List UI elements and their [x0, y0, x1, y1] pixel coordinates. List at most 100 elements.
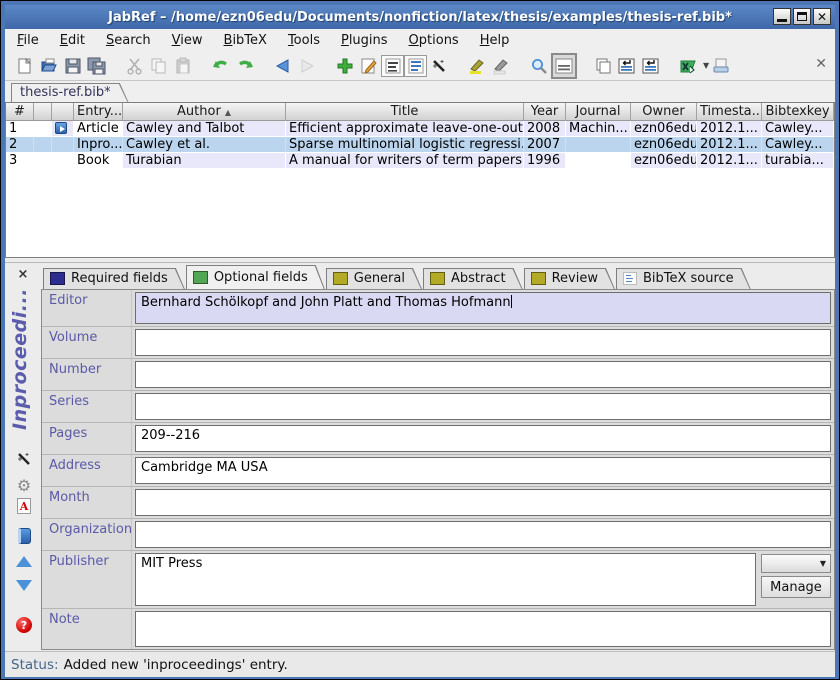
- menu-item-tools[interactable]: Tools: [288, 33, 320, 48]
- column-header-author[interactable]: Author▲: [123, 103, 286, 120]
- cell-1[interactable]: [34, 137, 52, 152]
- menu-item-help[interactable]: Help: [480, 33, 510, 48]
- back-icon[interactable]: [271, 54, 295, 78]
- cell-year[interactable]: 2008: [524, 121, 566, 136]
- column-header-owner[interactable]: Owner: [631, 103, 697, 120]
- column-header-bibtexkey[interactable]: Bibtexkey: [762, 103, 834, 120]
- cell-journal[interactable]: Machin...: [566, 121, 631, 136]
- edit-strings-icon[interactable]: [404, 55, 427, 77]
- table-row[interactable]: 2 Inpro...Cawley et al.Sparse multinomial…: [6, 137, 834, 153]
- column-header-title[interactable]: Title: [286, 103, 524, 120]
- tab-required-fields[interactable]: Required fields: [43, 268, 185, 289]
- down-arrow-icon[interactable]: [14, 575, 34, 595]
- copy-icon[interactable]: [147, 54, 171, 78]
- cell-author[interactable]: Cawley and Talbot: [123, 121, 286, 136]
- toggle-preview-icon[interactable]: [551, 53, 577, 79]
- edit-entry-icon[interactable]: [357, 54, 381, 78]
- tab-general[interactable]: General: [326, 268, 422, 289]
- tab-review[interactable]: Review: [524, 268, 615, 289]
- save-database-icon[interactable]: [61, 54, 85, 78]
- cell-2[interactable]: [52, 153, 74, 168]
- cell-2[interactable]: [52, 137, 74, 152]
- push-latex-icon[interactable]: [677, 54, 701, 78]
- close-button[interactable]: ✕: [813, 8, 831, 25]
- column-header-#[interactable]: #: [6, 103, 34, 120]
- cell-title[interactable]: Efficient approximate leave-one-out...: [286, 121, 524, 136]
- field-input-month[interactable]: [135, 489, 831, 516]
- cell-1[interactable]: [34, 121, 52, 136]
- file-attachment-icon[interactable]: [55, 122, 67, 134]
- new-entry-icon[interactable]: [333, 54, 357, 78]
- column-header-entry[interactable]: Entry...: [74, 103, 123, 120]
- cell-bibtexkey[interactable]: Cawley...: [762, 137, 834, 152]
- cell-bibtexkey[interactable]: Cawley...: [762, 121, 834, 136]
- menu-item-view[interactable]: View: [172, 33, 203, 48]
- open-database-icon[interactable]: [37, 54, 61, 78]
- cell-entry[interactable]: Book: [74, 153, 123, 168]
- cell-2[interactable]: [52, 121, 74, 136]
- cell-1[interactable]: [34, 153, 52, 168]
- menu-item-plugins[interactable]: Plugins: [341, 33, 388, 48]
- field-input-note[interactable]: [135, 611, 831, 647]
- cell-year[interactable]: 1996: [524, 153, 566, 168]
- field-input-number[interactable]: [135, 361, 831, 388]
- close-icon[interactable]: ✕: [815, 56, 827, 72]
- undo-icon[interactable]: [209, 54, 233, 78]
- table-row[interactable]: 1 ArticleCawley and TalbotEfficient appro…: [6, 121, 834, 137]
- menu-item-edit[interactable]: Edit: [60, 33, 85, 48]
- field-input-pages[interactable]: 209--216: [135, 425, 831, 452]
- new-database-icon[interactable]: [13, 54, 37, 78]
- generate-key-wand-icon[interactable]: [14, 449, 34, 469]
- field-input-series[interactable]: [135, 393, 831, 420]
- cell-owner[interactable]: ezn06edu: [631, 137, 697, 152]
- cell-journal[interactable]: [566, 137, 631, 152]
- title-bar[interactable]: JabRef – /home/ezn06edu/Documents/nonfic…: [5, 5, 835, 29]
- cell-#[interactable]: 2: [6, 137, 34, 152]
- column-header-year[interactable]: Year: [524, 103, 566, 120]
- save-all-icon[interactable]: [85, 54, 109, 78]
- entry-table[interactable]: #Entry...Author▲TitleYearJournalOwnerTim…: [5, 102, 835, 258]
- minimize-button[interactable]: [773, 8, 791, 25]
- menu-item-file[interactable]: File: [17, 33, 39, 48]
- cell-author[interactable]: Turabian: [123, 153, 286, 168]
- cell-author[interactable]: Cawley et al.: [123, 137, 286, 152]
- cut-icon[interactable]: [123, 54, 147, 78]
- cell-journal[interactable]: [566, 153, 631, 168]
- cell-#[interactable]: 1: [6, 121, 34, 136]
- publisher-dropdown[interactable]: ▼: [761, 554, 831, 573]
- cell-timesta[interactable]: 2012.1...: [697, 121, 762, 136]
- push-document-icon-2[interactable]: [639, 54, 663, 78]
- cell-title[interactable]: Sparse multinomial logistic regressi...: [286, 137, 524, 152]
- mark-entries-icon[interactable]: [465, 54, 489, 78]
- up-arrow-icon[interactable]: [14, 551, 34, 571]
- cell-entry[interactable]: Inpro...: [74, 137, 123, 152]
- tab-bibtex-source[interactable]: BibTeX source: [616, 268, 751, 289]
- column-header-journal[interactable]: Journal: [566, 103, 631, 120]
- print-icon[interactable]: [709, 54, 733, 78]
- copy-icon-2[interactable]: [591, 54, 615, 78]
- book-icon[interactable]: [14, 526, 34, 546]
- cell-entry[interactable]: Article: [74, 121, 123, 136]
- cell-year[interactable]: 2007: [524, 137, 566, 152]
- cell-timesta[interactable]: 2012.1...: [697, 137, 762, 152]
- edit-preamble-icon[interactable]: [381, 55, 404, 77]
- field-input-address[interactable]: Cambridge MA USA: [135, 457, 831, 484]
- forward-icon[interactable]: [295, 54, 319, 78]
- column-header-1[interactable]: [34, 103, 52, 120]
- field-input-organization[interactable]: [135, 521, 831, 548]
- field-input-publisher[interactable]: MIT Press: [135, 553, 756, 606]
- unmark-entries-icon[interactable]: [489, 54, 513, 78]
- manage-button[interactable]: Manage: [761, 576, 831, 598]
- cell-#[interactable]: 3: [6, 153, 34, 168]
- push-document-icon[interactable]: [615, 54, 639, 78]
- tab-optional-fields[interactable]: Optional fields: [186, 265, 325, 289]
- cleanup-wand-icon[interactable]: [427, 54, 451, 78]
- menu-item-search[interactable]: Search: [106, 33, 151, 48]
- field-input-volume[interactable]: [135, 329, 831, 356]
- cell-owner[interactable]: ezn06edu: [631, 121, 697, 136]
- gear-icon[interactable]: ⚙: [14, 475, 34, 495]
- tab-abstract[interactable]: Abstract: [423, 268, 523, 289]
- column-header-2[interactable]: [52, 103, 74, 120]
- cell-timesta[interactable]: 2012.1...: [697, 153, 762, 168]
- menu-item-bibtex[interactable]: BibTeX: [224, 33, 267, 48]
